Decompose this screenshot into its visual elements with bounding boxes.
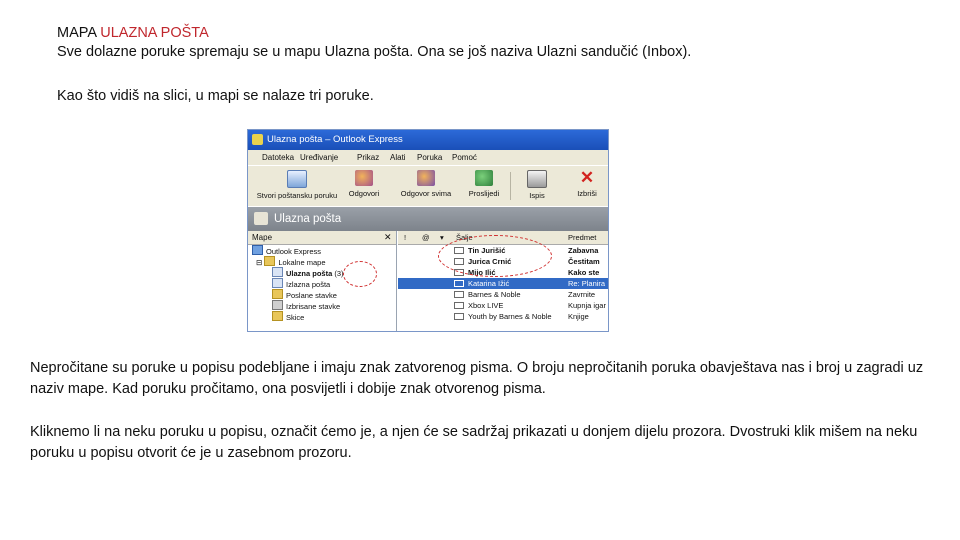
print-button[interactable]: Ispis [522, 168, 552, 200]
new-mail-button[interactable]: Stvori poštansku poruku [254, 168, 340, 200]
toolbar-separator [510, 172, 511, 200]
window-titlebar: Ulazna pošta – Outlook Express [248, 130, 608, 150]
message-row[interactable]: Youth by Barnes & Noble Knjige [398, 311, 608, 322]
message-row[interactable]: Barnes & Noble Zavrnite [398, 289, 608, 300]
outlook-express-icon [252, 245, 263, 255]
message-row-selected[interactable]: Katarina Ižić Re: Planira [398, 278, 608, 289]
drafts-folder-icon [272, 311, 283, 321]
paragraph-unread: Nepročitane su poruke u popisu podebljan… [30, 360, 924, 397]
outlook-screenshot: Ulazna pošta – Outlook Express Datoteka … [247, 129, 609, 332]
menu-item-prikaz[interactable]: Prikaz [357, 150, 379, 165]
reply-button[interactable]: Odgovori [344, 168, 384, 198]
heading-prefix: MAPA [57, 25, 101, 41]
delete-icon: ✕ [579, 168, 595, 187]
close-icon[interactable]: ✕ [384, 231, 392, 244]
delete-button[interactable]: ✕ Izbriši [570, 168, 604, 198]
inbox-icon [254, 212, 268, 225]
paragraph-open: Kliknemo li na neku poruku u popisu, ozn… [30, 424, 918, 461]
priority-icon[interactable]: ! [404, 231, 406, 244]
outbox-folder-icon [272, 278, 283, 288]
new-mail-icon [287, 170, 307, 188]
menu-item-pomoc[interactable]: Pomoć [452, 150, 477, 165]
local-folders-icon [264, 256, 276, 266]
outlook-icon [252, 134, 263, 145]
folder-title-bar: Ulazna pošta [248, 207, 608, 231]
folder-pane: Mape ✕ Outlook Express ⊟ Lokalne mape Ul… [248, 231, 397, 331]
window-title: Ulazna pošta – Outlook Express [267, 134, 403, 145]
menu-item-datoteka[interactable]: Datoteka [262, 150, 294, 165]
reply-icon [355, 170, 373, 186]
column-subject[interactable]: Predmet [568, 231, 596, 244]
tree-item-drafts[interactable]: Skice [272, 311, 304, 323]
message-row[interactable]: Xbox LIVE Kupnja igar [398, 300, 608, 311]
folder-title: Ulazna pošta [274, 213, 342, 225]
open-envelope-icon [454, 291, 464, 298]
menu-item-uredivanje[interactable]: Uređivanje [300, 150, 338, 165]
forward-icon [475, 170, 493, 186]
folder-pane-header: Mape ✕ [248, 231, 396, 245]
attachment-icon[interactable]: @ [422, 231, 430, 244]
intro-text: Sve dolazne poruke spremaju se u mapu Ul… [57, 44, 692, 60]
intro-text-2: Kao što vidiš na slici, u mapi se nalaze… [57, 88, 374, 104]
menu-item-poruka[interactable]: Poruka [417, 150, 442, 165]
inbox-folder-icon [272, 267, 283, 277]
collapse-icon[interactable]: ⊟ [256, 258, 264, 267]
reply-all-icon [417, 170, 435, 186]
reply-all-button[interactable]: Odgovor svima [398, 168, 454, 198]
open-envelope-icon [454, 280, 464, 287]
page-heading: MAPA ULAZNA POŠTA [57, 24, 209, 43]
open-envelope-icon [454, 302, 464, 309]
menu-bar: Datoteka Uređivanje Prikaz Alati Poruka … [248, 150, 608, 165]
unread-count-highlight [343, 261, 377, 287]
open-envelope-icon [454, 313, 464, 320]
flag-icon[interactable]: ▾ [440, 231, 444, 244]
message-list: ! @ ▾ Šalje Predmet Tin Jurišić Zabavna J… [398, 231, 608, 331]
toolbar: Stvori poštansku poruku Odgovori Odgovor… [248, 165, 608, 206]
sent-folder-icon [272, 289, 283, 299]
deleted-folder-icon [272, 300, 283, 310]
menu-item-alati[interactable]: Alati [390, 150, 406, 165]
heading-highlight: ULAZNA POŠTA [100, 25, 209, 41]
unread-messages-highlight [438, 235, 552, 277]
forward-button[interactable]: Proslijedi [462, 168, 506, 198]
print-icon [527, 170, 547, 188]
